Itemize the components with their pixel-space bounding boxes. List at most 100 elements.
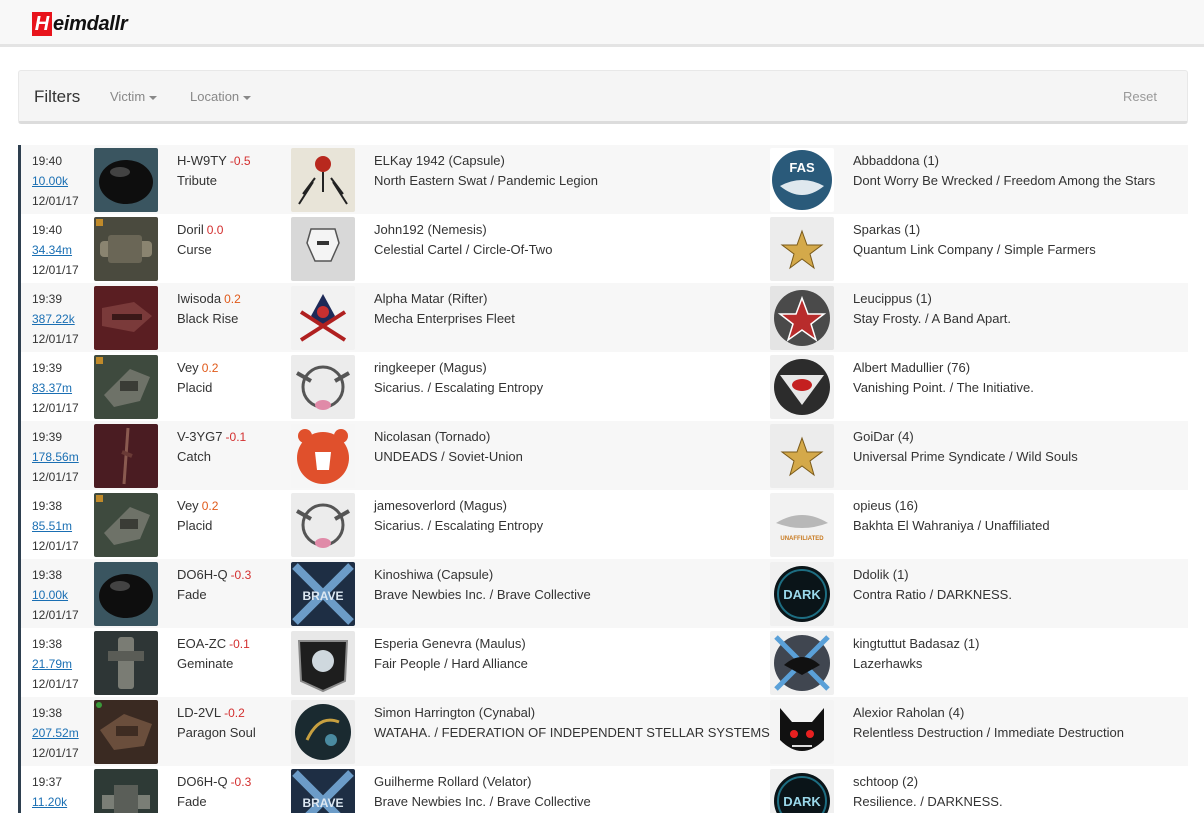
killer-corp-alliance[interactable]: Bakhta El Wahraniya / Unaffiliated <box>853 516 1050 536</box>
killmail-row[interactable]: 19:38 21.79m 12/01/17 EOA-ZC -0.1 Geminat… <box>18 628 1188 697</box>
region-name[interactable]: Tribute <box>177 171 251 191</box>
victim-corp-alliance[interactable]: Mecha Enterprises Fleet <box>374 309 515 329</box>
isk-value-link[interactable]: 10.00k <box>32 585 79 605</box>
system-name[interactable]: DO6H-Q <box>177 774 228 789</box>
victim-portrait[interactable] <box>291 286 355 350</box>
ship-image[interactable] <box>94 631 158 695</box>
system-name[interactable]: Iwisoda <box>177 291 221 306</box>
killer-corp-alliance[interactable]: Resilience. / DARKNESS. <box>853 792 1003 812</box>
ship-image[interactable] <box>94 217 158 281</box>
victim-name[interactable]: Nicolasan (Tornado) <box>374 427 523 447</box>
system-name[interactable]: H-W9TY <box>177 153 227 168</box>
victim-portrait[interactable]: BRAVE <box>291 769 355 813</box>
killmail-row[interactable]: 19:38 10.00k 12/01/17 DO6H-Q -0.3 Fade BR… <box>18 559 1188 628</box>
victim-name[interactable]: jamesoverlord (Magus) <box>374 496 543 516</box>
victim-portrait[interactable] <box>291 355 355 419</box>
victim-portrait[interactable] <box>291 700 355 764</box>
victim-name[interactable]: Esperia Genevra (Maulus) <box>374 634 528 654</box>
killer-logo[interactable] <box>770 631 834 695</box>
killer-corp-alliance[interactable]: Dont Worry Be Wrecked / Freedom Among th… <box>853 171 1155 191</box>
isk-value-link[interactable]: 34.34m <box>32 240 79 260</box>
killer-corp-alliance[interactable]: Lazerhawks <box>853 654 979 674</box>
victim-name[interactable]: Simon Harrington (Cynabal) <box>374 703 770 723</box>
ship-image[interactable] <box>94 424 158 488</box>
victim-portrait[interactable] <box>291 217 355 281</box>
killmail-row[interactable]: 19:38 85.51m 12/01/17 Vey 0.2 Placid jame… <box>18 490 1188 559</box>
killer-name[interactable]: GoiDar (4) <box>853 427 1078 447</box>
killmail-row[interactable]: 19:40 34.34m 12/01/17 Doril 0.0 Curse Joh… <box>18 214 1188 283</box>
victim-corp-alliance[interactable]: Celestial Cartel / Circle-Of-Two <box>374 240 552 260</box>
killer-name[interactable]: Sparkas (1) <box>853 220 1096 240</box>
ship-image[interactable] <box>94 148 158 212</box>
region-name[interactable]: Placid <box>177 516 218 536</box>
victim-portrait[interactable]: BRAVE <box>291 562 355 626</box>
victim-portrait[interactable] <box>291 631 355 695</box>
victim-corp-alliance[interactable]: Sicarius. / Escalating Entropy <box>374 516 543 536</box>
killmail-row[interactable]: 19:37 11.20k DO6H-Q -0.3 Fade BRAVE Guilh… <box>18 766 1188 813</box>
system-name[interactable]: V-3YG7 <box>177 429 223 444</box>
system-name[interactable]: LD-2VL <box>177 705 221 720</box>
ship-image[interactable] <box>94 700 158 764</box>
killer-logo[interactable]: FAS <box>770 148 834 212</box>
killer-name[interactable]: Alexior Raholan (4) <box>853 703 1124 723</box>
killmail-row[interactable]: 19:40 10.00k 12/01/17 H-W9TY -0.5 Tribute… <box>18 145 1188 214</box>
isk-value-link[interactable]: 21.79m <box>32 654 79 674</box>
killer-corp-alliance[interactable]: Contra Ratio / DARKNESS. <box>853 585 1012 605</box>
killer-name[interactable]: Abbaddona (1) <box>853 151 1155 171</box>
region-name[interactable]: Placid <box>177 378 218 398</box>
killer-name[interactable]: kingtuttut Badasaz (1) <box>853 634 979 654</box>
isk-value-link[interactable]: 178.56m <box>32 447 79 467</box>
killer-logo[interactable] <box>770 286 834 350</box>
victim-corp-alliance[interactable]: Fair People / Hard Alliance <box>374 654 528 674</box>
killmail-row[interactable]: 19:39 387.22k 12/01/17 Iwisoda 0.2 Black … <box>18 283 1188 352</box>
killer-corp-alliance[interactable]: Quantum Link Company / Simple Farmers <box>853 240 1096 260</box>
victim-name[interactable]: Kinoshiwa (Capsule) <box>374 565 591 585</box>
victim-corp-alliance[interactable]: Brave Newbies Inc. / Brave Collective <box>374 585 591 605</box>
victim-portrait[interactable] <box>291 424 355 488</box>
ship-image[interactable] <box>94 286 158 350</box>
killer-name[interactable]: Albert Madullier (76) <box>853 358 1034 378</box>
isk-value-link[interactable]: 83.37m <box>32 378 79 398</box>
victim-name[interactable]: ringkeeper (Magus) <box>374 358 543 378</box>
region-name[interactable]: Paragon Soul <box>177 723 256 743</box>
killer-logo[interactable]: UNAFFILIATED <box>770 493 834 557</box>
killmail-row[interactable]: 19:39 83.37m 12/01/17 Vey 0.2 Placid ring… <box>18 352 1188 421</box>
victim-portrait[interactable] <box>291 493 355 557</box>
system-name[interactable]: Vey <box>177 498 199 513</box>
region-name[interactable]: Curse <box>177 240 223 260</box>
killer-corp-alliance[interactable]: Stay Frosty. / A Band Apart. <box>853 309 1011 329</box>
victim-corp-alliance[interactable]: Sicarius. / Escalating Entropy <box>374 378 543 398</box>
isk-value-link[interactable]: 11.20k <box>32 792 67 812</box>
system-name[interactable]: DO6H-Q <box>177 567 228 582</box>
killer-logo[interactable] <box>770 217 834 281</box>
killer-logo[interactable] <box>770 355 834 419</box>
killer-logo[interactable]: DARK <box>770 562 834 626</box>
victim-dropdown[interactable]: Victim <box>110 89 158 104</box>
ship-image[interactable] <box>94 562 158 626</box>
killer-name[interactable]: Ddolik (1) <box>853 565 1012 585</box>
ship-image[interactable] <box>94 355 158 419</box>
ship-image[interactable] <box>94 769 158 813</box>
region-name[interactable]: Fade <box>177 585 251 605</box>
region-name[interactable]: Black Rise <box>177 309 241 329</box>
killer-corp-alliance[interactable]: Vanishing Point. / The Initiative. <box>853 378 1034 398</box>
region-name[interactable]: Catch <box>177 447 246 467</box>
victim-corp-alliance[interactable]: WATAHA. / FEDERATION OF INDEPENDENT STEL… <box>374 723 770 743</box>
isk-value-link[interactable]: 85.51m <box>32 516 79 536</box>
isk-value-link[interactable]: 387.22k <box>32 309 79 329</box>
region-name[interactable]: Geminate <box>177 654 250 674</box>
system-name[interactable]: Doril <box>177 222 204 237</box>
victim-corp-alliance[interactable]: North Eastern Swat / Pandemic Legion <box>374 171 598 191</box>
killmail-row[interactable]: 19:39 178.56m 12/01/17 V-3YG7 -0.1 Catch … <box>18 421 1188 490</box>
killer-logo[interactable] <box>770 700 834 764</box>
killer-logo[interactable]: DARK <box>770 769 834 813</box>
system-name[interactable]: EOA-ZC <box>177 636 226 651</box>
killer-corp-alliance[interactable]: Universal Prime Syndicate / Wild Souls <box>853 447 1078 467</box>
killmail-row[interactable]: 19:38 207.52m 12/01/17 LD-2VL -0.2 Parago… <box>18 697 1188 766</box>
killer-name[interactable]: Leucippus (1) <box>853 289 1011 309</box>
victim-name[interactable]: John192 (Nemesis) <box>374 220 552 240</box>
brand-logo[interactable]: Heimdallr <box>32 11 128 37</box>
victim-portrait[interactable] <box>291 148 355 212</box>
victim-name[interactable]: ELKay 1942 (Capsule) <box>374 151 598 171</box>
isk-value-link[interactable]: 10.00k <box>32 171 79 191</box>
